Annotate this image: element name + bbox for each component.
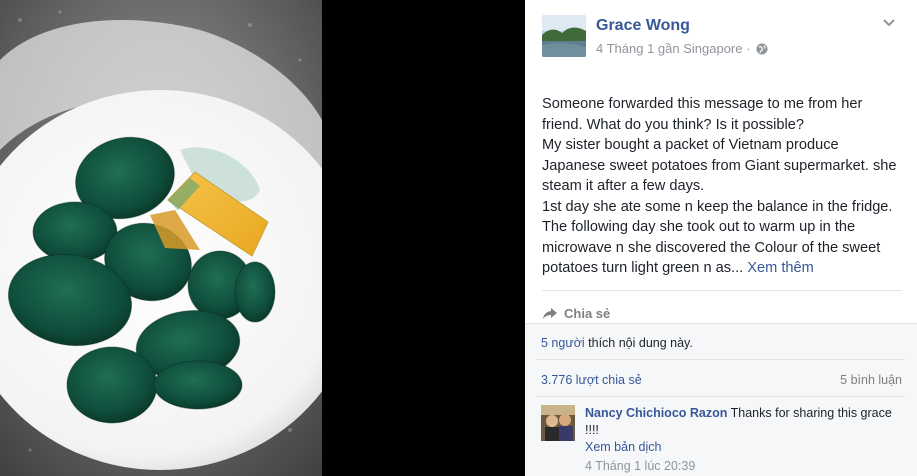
sweet-potato-photo [0, 0, 322, 476]
post-header: Grace Wong 4 Tháng 1 gần Singapore · [525, 0, 917, 70]
likes-count-link[interactable]: 5 người [541, 336, 585, 350]
post-stats: 5 người thích nội dung này. 3.776 lượt c… [525, 323, 917, 476]
post-paragraph: 1st day she ate some n keep the balance … [542, 197, 904, 279]
post-meta: 4 Tháng 1 gần Singapore · [596, 41, 768, 56]
divider [537, 359, 905, 360]
share-button[interactable]: Chia sẻ [564, 306, 610, 321]
chevron-down-icon[interactable] [883, 18, 895, 28]
post-paragraph-text: 1st day she ate some n keep the balance … [542, 198, 893, 277]
see-more-link[interactable]: Xem thêm [747, 260, 814, 276]
globe-icon[interactable] [756, 43, 768, 55]
likes-summary: 5 người thích nội dung này. [541, 336, 693, 350]
commenter-name[interactable]: Nancy Chichioco Razon [585, 406, 727, 420]
share-action[interactable]: Chia sẻ [542, 290, 902, 326]
commenter-avatar[interactable] [541, 405, 575, 441]
avatar[interactable] [542, 15, 586, 57]
comments-count-link[interactable]: 5 bình luận [840, 373, 902, 387]
comment-body: Nancy Chichioco Razon Thanks for sharing… [585, 405, 905, 475]
divider [537, 396, 905, 397]
likes-text: thích nội dung này. [584, 336, 693, 350]
see-translation-link[interactable]: Xem bản dịch [585, 439, 905, 456]
shares-count-link[interactable]: 3.776 lượt chia sẻ [541, 373, 642, 387]
post-photo[interactable] [0, 0, 322, 476]
post-paragraph: My sister bought a packet of Vietnam pro… [542, 137, 897, 194]
post-date-location[interactable]: 4 Tháng 1 gần Singapore · [596, 41, 750, 56]
share-icon [543, 308, 557, 319]
photo-viewer [0, 0, 525, 476]
author-name[interactable]: Grace Wong [596, 17, 690, 35]
post-body: Someone forwarded this message to me fro… [542, 94, 904, 279]
comment-timestamp[interactable]: 4 Tháng 1 lúc 20:39 [585, 458, 905, 475]
post-panel: Grace Wong 4 Tháng 1 gần Singapore · Som… [525, 0, 917, 476]
post-paragraph: Someone forwarded this message to me fro… [542, 96, 863, 133]
